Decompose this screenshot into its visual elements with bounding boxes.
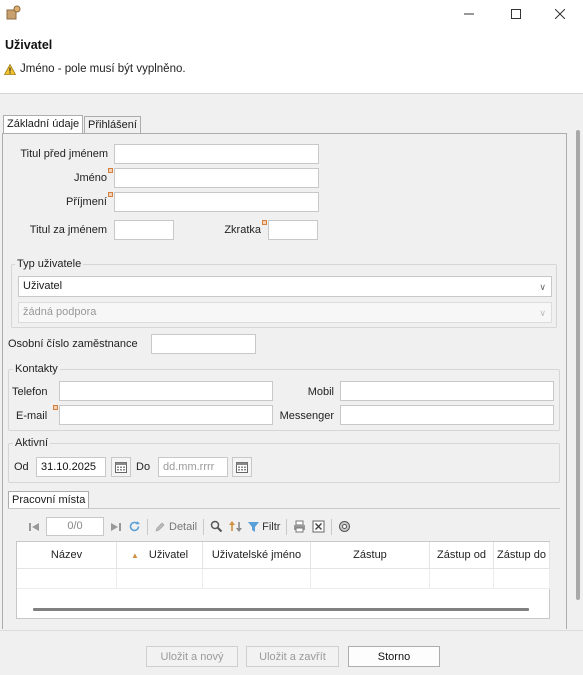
required-marker — [53, 405, 58, 410]
ulozit-a-novy-button[interactable]: Uložit a nový — [146, 646, 238, 667]
calendar-icon — [236, 462, 248, 473]
export-excel-icon[interactable] — [312, 520, 325, 533]
podpora-select: žádná podpora ∨ — [18, 302, 552, 323]
sort-ascending-icon: ▲ — [130, 550, 139, 560]
app-icon — [6, 5, 21, 20]
typ-uzivatele-title: Typ uživatele — [15, 258, 84, 270]
minimize-button[interactable] — [446, 0, 492, 27]
zkratka-input[interactable] — [268, 220, 318, 240]
edit-icon — [155, 522, 165, 531]
grid-cell — [494, 569, 550, 589]
mobil-input[interactable] — [340, 381, 554, 401]
scrollbar-thumb[interactable] — [576, 130, 580, 600]
first-page-icon[interactable] — [28, 521, 40, 533]
settings-icon[interactable] — [338, 520, 351, 533]
titul-pred-input[interactable] — [114, 144, 319, 164]
column-header-uzivatelske-jmeno[interactable]: Uživatelské jméno — [203, 542, 311, 569]
chevron-down-icon: ∨ — [539, 282, 546, 292]
od-date-input[interactable]: 31.10.2025 — [36, 457, 106, 477]
column-header-zastup-od[interactable]: Zástup od — [430, 542, 494, 569]
grid-toolbar: 0/0 Detail Filtr — [28, 517, 351, 536]
zkratka-label: Zkratka — [224, 224, 261, 236]
prijmeni-label: Příjmení — [66, 196, 107, 208]
podpora-value: žádná podpora — [23, 306, 97, 318]
od-calendar-button[interactable] — [111, 457, 131, 477]
telefon-label: Telefon — [12, 386, 48, 398]
detail-button[interactable]: Detail — [154, 521, 197, 533]
minimize-icon — [464, 13, 474, 14]
prijmeni-input[interactable] — [114, 192, 319, 212]
column-header-uzivatel-label: Uživatel — [148, 549, 189, 561]
pracovni-mista-divider — [8, 508, 560, 509]
filter-icon — [248, 521, 260, 532]
titul-pred-label: Titul před jménem — [20, 148, 108, 160]
mobil-label: Mobil — [307, 386, 334, 398]
window-titlebar — [0, 0, 583, 27]
typ-uzivatele-select[interactable]: Uživatel ∨ — [18, 276, 552, 297]
horizontal-scrollbar[interactable] — [33, 608, 529, 611]
required-marker — [108, 168, 113, 173]
jmeno-input[interactable] — [114, 168, 319, 188]
toolbar-separator — [331, 518, 333, 535]
grid-cell — [430, 569, 494, 589]
maximize-icon — [511, 8, 521, 19]
dialog-title: Uživatel — [5, 38, 53, 52]
calendar-icon — [115, 462, 127, 473]
dialog-header: Uživatel Jméno - pole musí být vyplněno. — [0, 27, 583, 94]
tab-prihlaseni[interactable]: Přihlášení — [84, 116, 141, 134]
detail-label: Detail — [169, 520, 198, 533]
required-marker — [108, 192, 113, 197]
required-marker — [262, 220, 267, 225]
close-button[interactable] — [537, 0, 583, 27]
email-input[interactable] — [59, 405, 273, 425]
print-icon[interactable] — [293, 520, 306, 533]
last-page-icon[interactable] — [110, 521, 122, 533]
kontakty-title: Kontakty — [13, 363, 60, 375]
page-counter[interactable]: 0/0 — [46, 517, 104, 536]
validation-message: Jméno - pole musí být vyplněno. — [20, 63, 186, 75]
messenger-input[interactable] — [340, 405, 554, 425]
telefon-input[interactable] — [59, 381, 273, 401]
grid-cell — [117, 569, 203, 589]
search-icon[interactable] — [210, 520, 223, 533]
grid-cell — [311, 569, 430, 589]
maximize-button[interactable] — [493, 0, 539, 27]
titul-za-label: Titul za jménem — [29, 224, 107, 236]
email-label: E-mail — [16, 410, 48, 422]
jmeno-label: Jméno — [73, 172, 107, 184]
grid-cell — [203, 569, 311, 589]
do-calendar-button[interactable] — [232, 457, 252, 477]
ulozit-a-zavrit-button[interactable]: Uložit a zavřít — [246, 646, 339, 667]
toolbar-separator — [286, 518, 288, 535]
do-date-input[interactable]: dd.mm.rrrr — [158, 457, 228, 477]
column-header-zastup-do[interactable]: Zástup do — [494, 542, 550, 569]
filtr-button[interactable]: Filtr — [248, 521, 280, 533]
sort-icon[interactable] — [229, 520, 243, 533]
aktivni-title: Aktivní — [13, 437, 51, 449]
tab-pracovni-mista[interactable]: Pracovní místa — [8, 491, 90, 508]
typ-uzivatele-value: Uživatel — [23, 280, 63, 292]
column-header-nazev[interactable]: Název — [17, 542, 117, 569]
toolbar-separator — [203, 518, 205, 535]
osobni-cislo-label: Osobní číslo zaměstnance — [8, 338, 138, 350]
od-label: Od — [14, 461, 29, 473]
column-header-zastup[interactable]: Zástup — [311, 542, 430, 569]
titul-za-input[interactable] — [114, 220, 174, 240]
column-header-uzivatel[interactable]: ▲ Uživatel — [117, 542, 203, 569]
do-label: Do — [136, 461, 151, 473]
messenger-label: Messenger — [279, 410, 334, 422]
warning-icon — [4, 64, 16, 75]
grid-cell — [17, 569, 117, 589]
tab-zakladni-udaje[interactable]: Základní údaje — [3, 115, 84, 134]
refresh-icon[interactable] — [128, 520, 141, 533]
storno-button[interactable]: Storno — [348, 646, 440, 667]
tabs-divider — [2, 133, 567, 134]
osobni-cislo-input[interactable] — [151, 334, 256, 354]
toolbar-separator — [147, 518, 148, 535]
chevron-down-icon: ∨ — [539, 308, 546, 318]
pracovni-mista-grid[interactable]: Název ▲ Uživatel Uživatelské jméno Zástu… — [16, 541, 550, 619]
filtr-label: Filtr — [262, 520, 281, 533]
close-icon — [555, 8, 565, 19]
